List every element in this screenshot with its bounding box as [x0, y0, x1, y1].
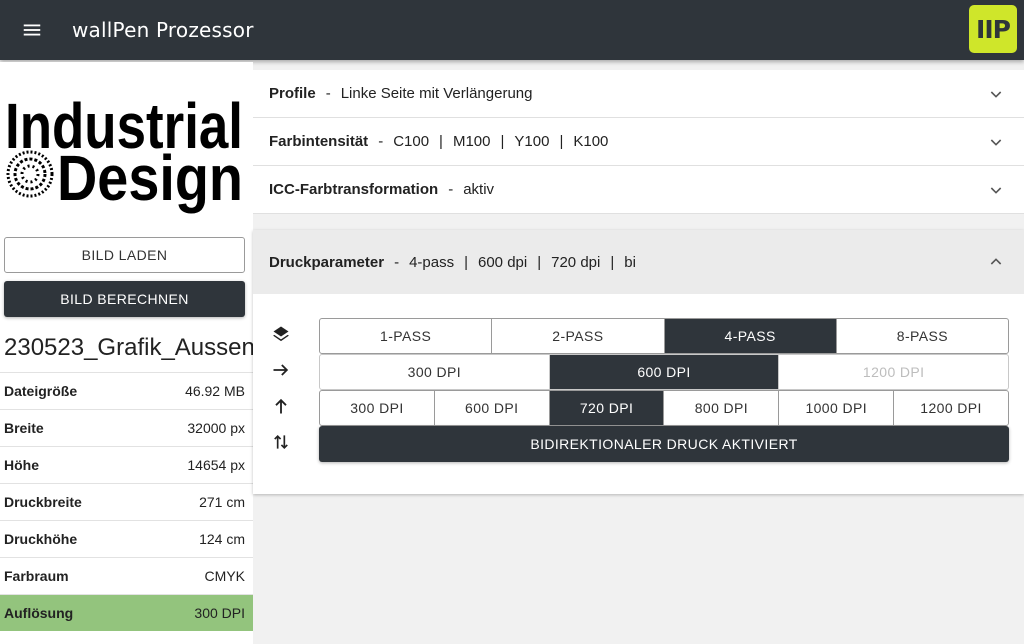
x-dpi-600[interactable]: 600 DPI: [548, 355, 779, 389]
param-x-dpi: 600 dpi: [478, 253, 528, 271]
divider: |: [610, 253, 615, 271]
x-dpi-300[interactable]: 300 DPI: [320, 355, 549, 389]
property-row-resolution: Auflösung 300 DPI: [0, 594, 253, 631]
calculate-image-button[interactable]: BILD BERECHNEN: [4, 281, 245, 317]
accordion-title: Profile: [269, 85, 316, 102]
property-value: 300 DPI: [194, 605, 245, 621]
divider: |: [439, 133, 443, 150]
accordion-icc[interactable]: ICC-Farbtransformation - aktiv: [253, 166, 1024, 214]
layers-icon: [269, 316, 293, 352]
swap-vertical-icon: [269, 424, 293, 460]
file-name: 230523_Grafik_Aussen: [4, 334, 253, 361]
bidirectional-toggle-button[interactable]: BIDIREKTIONALER DRUCK AKTIVIERT: [319, 426, 1009, 462]
y-dpi-800[interactable]: 800 DPI: [663, 391, 778, 425]
separator: -: [394, 253, 400, 271]
divider: |: [500, 133, 505, 150]
arrow-right-icon: [269, 352, 293, 388]
separator: -: [448, 181, 454, 198]
print-params-body: 1-PASS 2-PASS 4-PASS 8-PASS 300 DPI 600 …: [253, 294, 1024, 494]
property-row: Breite 32000 px: [0, 409, 253, 446]
accordion-title: Farbintensität: [269, 133, 369, 150]
intensity-k: K100: [573, 133, 609, 150]
property-list: Dateigröße 46.92 MB Breite 32000 px Höhe 14…: [0, 372, 253, 631]
separator: -: [325, 85, 331, 102]
accordion-title: ICC-Farbtransformation: [269, 181, 439, 198]
property-value: 124 cm: [199, 531, 245, 547]
chevron-down-icon: [990, 139, 1002, 146]
chevron-up-icon: [990, 258, 1002, 265]
arrow-up-icon: [269, 388, 293, 424]
property-key: Breite: [4, 420, 44, 436]
divider: |: [537, 253, 542, 271]
y-dpi-1000[interactable]: 1000 DPI: [778, 391, 893, 425]
divider: |: [464, 253, 468, 271]
property-value: 14654 px: [187, 457, 245, 473]
pass-option-1[interactable]: 1-PASS: [320, 319, 491, 353]
intensity-c: C100: [393, 133, 430, 150]
accordion-value: aktiv: [463, 181, 495, 198]
property-value: 46.92 MB: [185, 383, 245, 399]
accordion-print-params-header[interactable]: Druckparameter - 4-pass | 600 dpi | 720 …: [253, 230, 1024, 294]
settings-panel: Profile - Linke Seite mit Verlängerung F…: [253, 70, 1024, 494]
property-key: Farbraum: [4, 568, 69, 584]
image-preview: Industrial Design: [4, 70, 245, 220]
pass-option-4[interactable]: 4-PASS: [663, 319, 836, 353]
accordion-color-intensity[interactable]: Farbintensität - C100 | M100 | Y100 | K1…: [253, 118, 1024, 166]
logo-swirl: [6, 150, 54, 198]
y-dpi-selector: 300 DPI 600 DPI 720 DPI 800 DPI 1000 DPI…: [319, 390, 1009, 426]
param-direction: bi: [624, 253, 636, 271]
chevron-down-icon: [990, 187, 1002, 194]
property-key: Dateigröße: [4, 383, 78, 399]
left-panel: Industrial Design BILD LADEN BILD BERECH…: [0, 62, 253, 644]
menu-icon[interactable]: [18, 16, 46, 44]
divider: |: [559, 133, 564, 150]
load-image-button[interactable]: BILD LADEN: [4, 237, 245, 273]
property-row: Farbraum CMYK: [0, 557, 253, 594]
param-pass: 4-pass: [409, 253, 455, 271]
accordion-value: Linke Seite mit Verlängerung: [340, 85, 533, 102]
accordion-print-params: Druckparameter - 4-pass | 600 dpi | 720 …: [253, 230, 1024, 494]
property-row: Dateigröße 46.92 MB: [0, 372, 253, 409]
param-icons: [269, 316, 293, 460]
accordion-title: Druckparameter: [269, 253, 385, 271]
app-bar: wallPen Prozessor IIP: [0, 0, 1024, 60]
param-y-dpi: 720 dpi: [551, 253, 601, 271]
logo-line2: Design: [57, 142, 243, 214]
pass-option-8[interactable]: 8-PASS: [835, 319, 1008, 353]
property-value: 32000 px: [187, 420, 245, 436]
intensity-m: M100: [452, 133, 491, 150]
pass-selector: 1-PASS 2-PASS 4-PASS 8-PASS: [319, 318, 1009, 354]
separator: -: [378, 133, 384, 150]
accordion-profile[interactable]: Profile - Linke Seite mit Verlängerung: [253, 70, 1024, 118]
intensity-y: Y100: [514, 133, 550, 150]
y-dpi-720[interactable]: 720 DPI: [548, 391, 664, 425]
property-value: 271 cm: [199, 494, 245, 510]
property-key: Höhe: [4, 457, 39, 473]
property-key: Druckhöhe: [4, 531, 78, 547]
x-dpi-selector: 300 DPI 600 DPI 1200 DPI: [319, 354, 1009, 390]
property-row: Druckhöhe 124 cm: [0, 520, 253, 557]
y-dpi-300[interactable]: 300 DPI: [320, 391, 434, 425]
x-dpi-1200: 1200 DPI: [778, 355, 1008, 389]
brand-logo: IIP: [969, 5, 1017, 53]
property-value: CMYK: [204, 568, 245, 584]
property-row: Höhe 14654 px: [0, 446, 253, 483]
y-dpi-600[interactable]: 600 DPI: [433, 391, 549, 425]
property-row: Druckbreite 271 cm: [0, 483, 253, 520]
chevron-down-icon: [990, 91, 1002, 98]
y-dpi-1200[interactable]: 1200 DPI: [893, 391, 1008, 425]
property-key: Druckbreite: [4, 494, 82, 510]
pass-option-2[interactable]: 2-PASS: [491, 319, 663, 353]
property-key: Auflösung: [4, 605, 74, 621]
app-title: wallPen Prozessor: [72, 18, 254, 42]
